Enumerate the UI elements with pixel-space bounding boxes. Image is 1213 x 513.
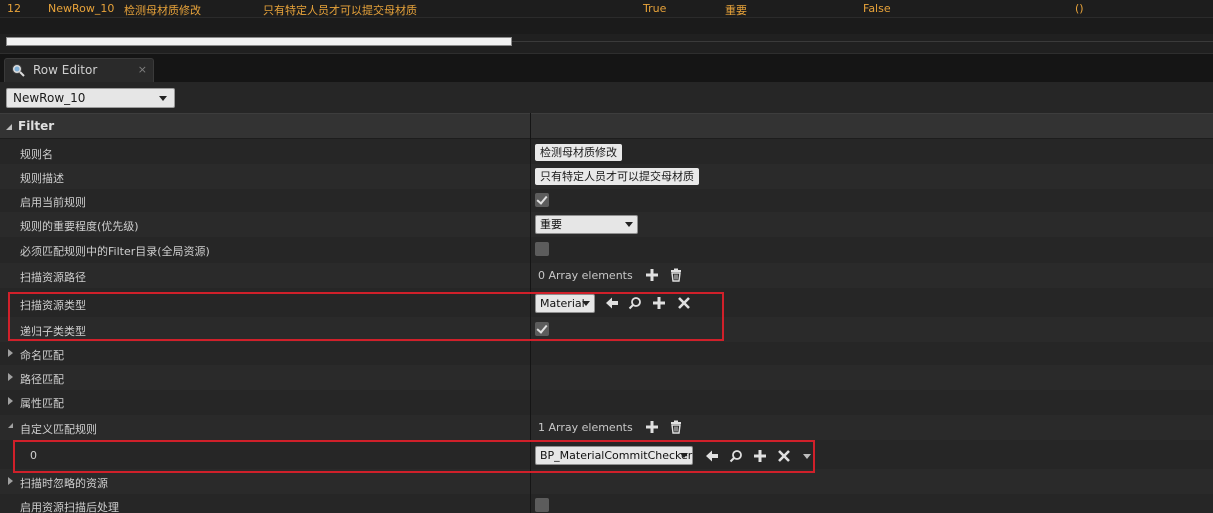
priority-dropdown[interactable]: 重要 (535, 215, 638, 234)
prop-ignored-assets[interactable]: 扫描时忽略的资源 (0, 469, 1213, 494)
prop-enable-rule: 启用当前规则 (0, 188, 1213, 213)
tab-label: Row Editor (33, 63, 98, 77)
add-icon[interactable] (645, 420, 659, 434)
rule-description-input[interactable]: 只有特定人员才可以提交母材质 (535, 168, 699, 185)
priority-value: 重要 (540, 218, 562, 231)
prop-scan-asset-type: 扫描资源类型 Material (0, 291, 1213, 316)
expand-icon[interactable] (8, 349, 13, 357)
dropdown-icon (680, 453, 688, 458)
close-icon[interactable]: × (138, 63, 147, 76)
prop-label: 扫描时忽略的资源 (20, 477, 108, 490)
prop-must-match-filter: 必须匹配规则中的Filter目录(全局资源) (0, 237, 1213, 262)
prop-label: 规则的重要程度(优先级) (20, 220, 139, 233)
magnifier-tab-icon (11, 63, 25, 77)
prop-label: 启用资源扫描后处理 (20, 501, 119, 513)
post-scan-checkbox[interactable] (535, 498, 549, 512)
prop-label: 自定义匹配规则 (20, 423, 97, 436)
clear-icon[interactable] (677, 296, 691, 310)
prop-post-scan-processing: 启用资源扫描后处理 (0, 493, 1213, 513)
description-cell: 只有特定人员才可以提交母材质 (263, 4, 417, 17)
array-count: 0 Array elements (538, 269, 633, 282)
prop-label: 启用当前规则 (20, 196, 86, 209)
add-icon[interactable] (645, 268, 659, 282)
prop-label: 扫描资源类型 (20, 299, 86, 312)
enabled-cell: True (643, 2, 667, 15)
collapse-icon (6, 124, 12, 130)
expand-icon[interactable] (8, 373, 13, 381)
array-count: 1 Array elements (538, 421, 633, 434)
prop-recursive-subclass: 递归子类类型 (0, 317, 1213, 342)
checker-class-dropdown[interactable]: BP_MaterialCommitChecker (535, 446, 693, 465)
array-index-label: 0 (30, 449, 37, 462)
prop-label: 命名匹配 (20, 349, 64, 362)
browse-icon[interactable] (628, 296, 642, 310)
rule-name-input[interactable]: 检测母材质修改 (535, 144, 622, 161)
rule-name-cell: 检测母材质修改 (124, 4, 201, 17)
checker-class-value: BP_MaterialCommitChecker (540, 449, 693, 462)
extra-cell: () (1075, 2, 1084, 15)
enable-rule-checkbox[interactable] (535, 193, 549, 207)
priority-cell: 重要 (725, 4, 747, 17)
prop-rule-description: 规则描述 只有特定人员才可以提交母材质 (0, 164, 1213, 189)
trash-icon[interactable] (669, 420, 683, 434)
prop-path-match[interactable]: 路径匹配 (0, 365, 1213, 390)
prop-name-match[interactable]: 命名匹配 (0, 341, 1213, 366)
row-selector-value: NewRow_10 (13, 91, 86, 105)
add-icon[interactable] (652, 296, 666, 310)
row-editor-panel: NewRow_10 Filter 规则名 检测母材质修改 规则描述 只有特定人员… (0, 82, 1213, 513)
category-filter-header[interactable]: Filter (0, 113, 1213, 139)
must-match-cell: False (863, 2, 891, 15)
prop-label: 规则名 (20, 148, 53, 161)
expand-icon[interactable] (8, 397, 13, 405)
table-empty-area (0, 18, 1213, 34)
prop-label: 递归子类类型 (20, 325, 86, 338)
back-arrow-icon[interactable] (705, 449, 719, 463)
prop-label: 必须匹配规则中的Filter目录(全局资源) (20, 245, 210, 258)
prop-scan-paths: 扫描资源路径 0 Array elements (0, 263, 1213, 288)
recursive-subclass-checkbox[interactable] (535, 322, 549, 336)
asset-type-value: Material (540, 297, 585, 310)
clear-icon[interactable] (777, 449, 791, 463)
category-label: Filter (18, 119, 55, 133)
add-icon[interactable] (753, 449, 767, 463)
row-index: 12 (7, 2, 21, 15)
must-match-checkbox[interactable] (535, 242, 549, 256)
prop-custom-rule-element-0: 0 BP_MaterialCommitChecker (0, 442, 1213, 469)
tab-bar: Row Editor × (0, 54, 1213, 82)
chevron-down-icon[interactable] (800, 449, 814, 463)
browse-icon[interactable] (729, 449, 743, 463)
prop-attribute-match[interactable]: 属性匹配 (0, 389, 1213, 414)
prop-custom-match-rules[interactable]: 自定义匹配规则 1 Array elements (0, 415, 1213, 440)
asset-type-dropdown[interactable]: Material (535, 294, 595, 313)
back-arrow-icon[interactable] (605, 296, 619, 310)
prop-label: 路径匹配 (20, 373, 64, 386)
expand-icon[interactable] (8, 477, 13, 485)
column-divider[interactable] (530, 113, 531, 513)
table-row-selected[interactable]: 12 NewRow_10 检测母材质修改 只有特定人员才可以提交母材质 True… (0, 0, 1213, 18)
dropdown-icon (159, 96, 167, 101)
tab-row-editor[interactable]: Row Editor × (4, 58, 154, 82)
scrollbar-track (512, 41, 1213, 42)
collapse-icon[interactable] (8, 423, 13, 428)
trash-icon[interactable] (669, 268, 683, 282)
scrollbar-thumb[interactable] (6, 37, 512, 46)
row-selector-dropdown[interactable]: NewRow_10 (6, 88, 175, 108)
prop-label: 扫描资源路径 (20, 271, 86, 284)
prop-label: 属性匹配 (20, 397, 64, 410)
dropdown-icon (625, 222, 633, 227)
row-name-cell: NewRow_10 (48, 2, 115, 15)
prop-label: 规则描述 (20, 172, 64, 185)
prop-rule-name: 规则名 检测母材质修改 (0, 140, 1213, 165)
dropdown-icon (582, 301, 590, 306)
prop-priority: 规则的重要程度(优先级) 重要 (0, 212, 1213, 237)
